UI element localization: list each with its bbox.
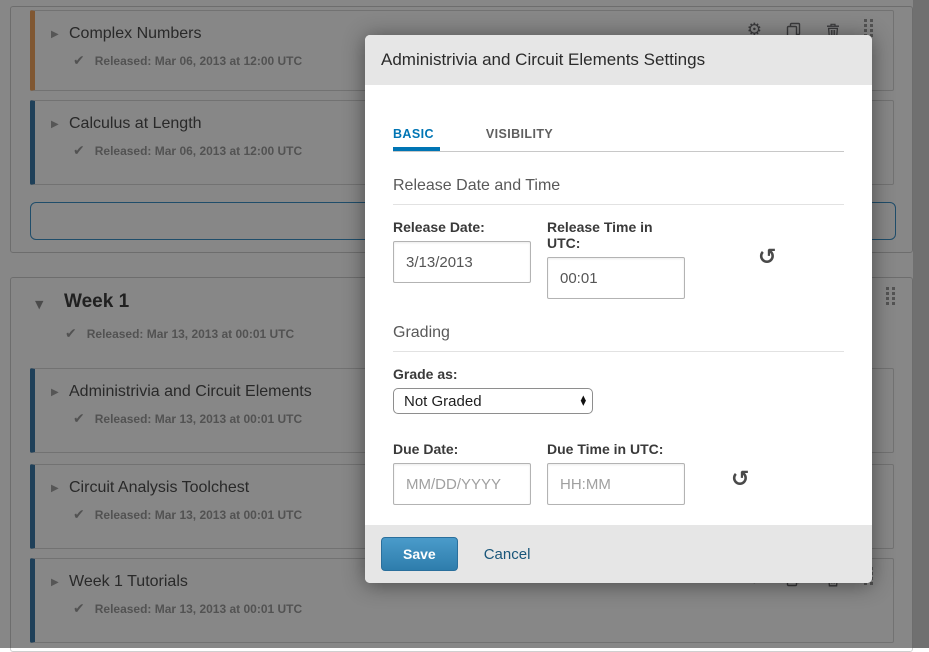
grade-as-selected-value: Not Graded bbox=[404, 393, 482, 410]
release-section-heading: Release Date and Time bbox=[393, 177, 844, 205]
release-time-input[interactable] bbox=[547, 257, 685, 299]
reset-due-date-icon[interactable]: ↺ bbox=[731, 469, 749, 491]
tab-visibility[interactable]: VISIBILITY bbox=[486, 127, 559, 151]
modal-body: BASIC VISIBILITY Release Date and Time R… bbox=[365, 85, 872, 525]
release-date-label: Release Date: bbox=[393, 219, 531, 235]
due-date-label: Due Date: bbox=[393, 441, 531, 457]
tab-basic[interactable]: BASIC bbox=[393, 127, 440, 151]
reset-release-date-icon[interactable]: ↺ bbox=[758, 247, 776, 269]
release-time-label: Release Time in UTC: bbox=[547, 219, 685, 251]
grade-as-select[interactable]: Not Graded ▲▼ bbox=[393, 388, 593, 414]
select-updown-arrows-icon: ▲▼ bbox=[581, 396, 586, 406]
due-time-label: Due Time in UTC: bbox=[547, 441, 685, 457]
tab-bar: BASIC VISIBILITY bbox=[393, 127, 844, 152]
due-date-input[interactable] bbox=[393, 463, 531, 505]
modal-title: Administrivia and Circuit Elements Setti… bbox=[381, 50, 705, 70]
modal-footer: Save Cancel bbox=[365, 525, 872, 583]
save-button[interactable]: Save bbox=[381, 537, 458, 571]
release-date-input[interactable] bbox=[393, 241, 531, 283]
cancel-link[interactable]: Cancel bbox=[484, 546, 531, 563]
due-time-input[interactable] bbox=[547, 463, 685, 505]
subsection-settings-modal: Administrivia and Circuit Elements Setti… bbox=[365, 35, 872, 583]
grading-section-heading: Grading bbox=[393, 324, 844, 352]
grade-as-label: Grade as: bbox=[393, 366, 844, 382]
modal-header: Administrivia and Circuit Elements Setti… bbox=[365, 35, 872, 85]
